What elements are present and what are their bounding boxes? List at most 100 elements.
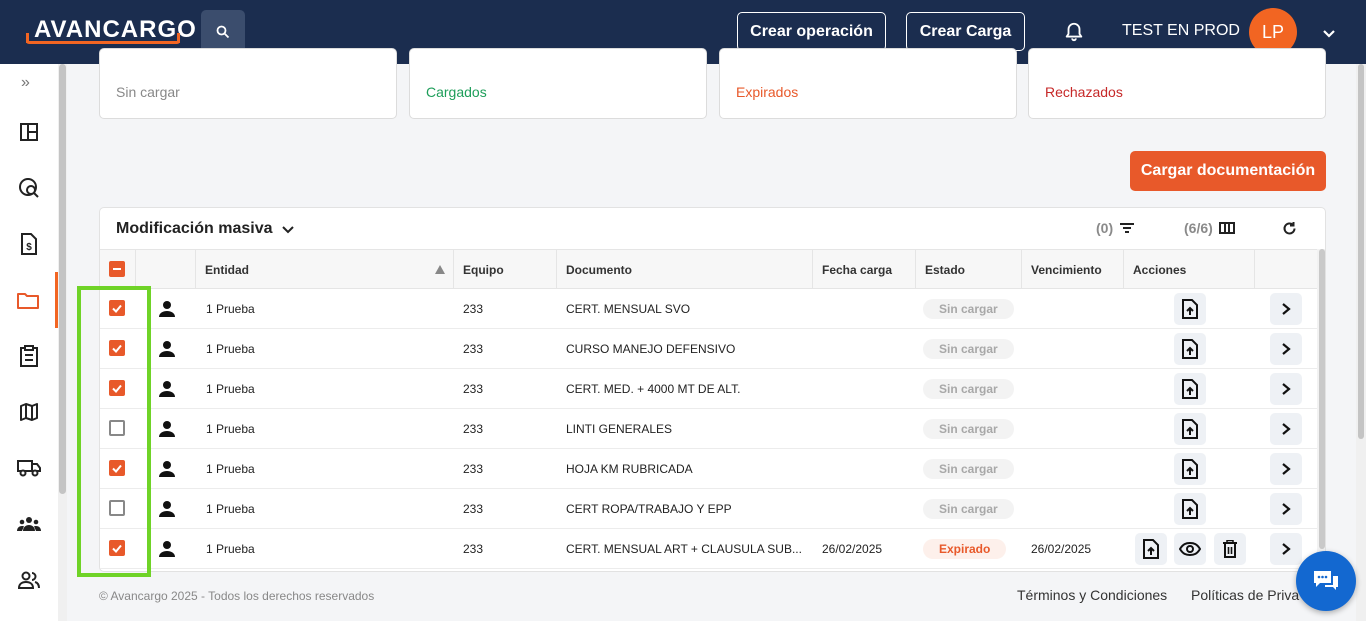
status-badge: Expirado [923,539,1007,559]
view-button[interactable] [1174,533,1206,565]
cell-documento: CURSO MANEJO DEFENSIVO [566,342,736,356]
bulk-edit-dropdown[interactable]: Modificación masiva [116,220,295,238]
delete-button[interactable] [1214,533,1246,565]
row-detail-button[interactable] [1270,493,1302,525]
select-all-checkbox[interactable] [109,261,125,277]
columns-button[interactable]: (6/6) [1184,220,1235,236]
row-detail-button[interactable] [1270,373,1302,405]
chevron-down-icon[interactable] [1320,24,1338,42]
cell-documento: CERT. MED. + 4000 MT DE ALT. [566,382,741,396]
upload-button[interactable] [1174,373,1206,405]
upload-file-icon [1143,539,1159,559]
cell-entidad: 1 Prueba [206,502,255,516]
sidebar-item-clipboard[interactable] [0,328,58,384]
table-row[interactable]: 1 Prueba 233 CERT. MENSUAL SVO Sin cargar [100,289,1317,329]
header-estado[interactable]: Estado [916,250,1022,289]
stat-label: Sin cargar [116,84,180,100]
sidebar-item-dashboard[interactable] [0,104,58,160]
header-vencimiento[interactable]: Vencimiento [1022,250,1124,289]
sidebar-item-map[interactable] [0,384,58,440]
header-fecha-carga[interactable]: Fecha carga [813,250,916,289]
columns-icon [1218,222,1235,234]
table-row[interactable]: 1 Prueba 233 CERT. MENSUAL ART + CLAUSULA … [100,529,1317,569]
chevron-right-icon [1282,343,1291,355]
crear-carga-button[interactable]: Crear Carga [906,12,1025,51]
person-icon [159,341,175,357]
expand-sidebar-icon[interactable]: » [21,74,30,92]
upload-file-icon [1182,379,1198,399]
chevron-right-icon [1282,423,1291,435]
cell-vencimiento: 26/02/2025 [1031,542,1092,556]
cell-documento: HOJA KM RUBRICADA [566,462,693,476]
upload-button[interactable] [1174,333,1206,365]
users-icon [18,571,40,589]
filter-button[interactable]: (0) [1096,220,1135,236]
trash-icon [1223,540,1237,558]
table-row[interactable]: 1 Prueba 233 CERT ROPA/TRABAJO Y EPP Sin ca… [100,489,1317,529]
logo-text: AVANCARGO [34,16,197,43]
row-detail-button[interactable] [1270,533,1302,565]
upload-button[interactable] [1174,453,1206,485]
row-detail-button[interactable] [1270,333,1302,365]
sidebar-item-documents[interactable] [0,272,58,328]
stat-card-expirados[interactable]: Expirados [719,48,1017,119]
folder-icon [16,293,39,309]
sidebar-item-billing[interactable]: $ [0,216,58,272]
cell-documento: CERT. MENSUAL SVO [566,302,691,316]
status-badge: Sin cargar [923,499,1014,519]
dashboard-icon [20,123,38,141]
stat-label: Cargados [426,84,487,100]
terminos-link[interactable]: Términos y Condiciones [1017,587,1167,603]
upload-button[interactable] [1174,413,1206,445]
cargar-documentacion-button[interactable]: Cargar documentación [1130,151,1326,191]
header-documento[interactable]: Documento [557,250,813,289]
table-row[interactable]: 1 Prueba 233 HOJA KM RUBRICADA Sin cargar [100,449,1317,489]
person-icon [159,421,175,437]
stat-card-sin-cargar[interactable]: Sin cargar [99,48,397,119]
table-row[interactable]: 1 Prueba 233 CERT. MED. + 4000 MT DE ALT. S… [100,369,1317,409]
cell-documento: CERT. MENSUAL ART + CLAUSULA SUB... [566,542,802,556]
sidebar-item-groups[interactable] [0,496,58,552]
politicas-link[interactable]: Políticas de Priva [1191,587,1301,603]
status-badge: Sin cargar [923,339,1014,359]
header-acciones: Acciones [1124,250,1255,289]
stat-card-rechazados[interactable]: Rechazados [1028,48,1326,119]
truck-icon [17,460,41,477]
cell-equipo: 233 [463,462,484,476]
upload-button[interactable] [1174,293,1206,325]
search-icon [216,25,230,39]
refresh-icon[interactable] [1282,221,1297,236]
bell-icon[interactable] [1063,21,1085,43]
upload-button[interactable] [1174,493,1206,525]
clipboard-icon [20,345,38,367]
sidebar-item-trucks[interactable] [0,440,58,496]
row-detail-button[interactable] [1270,413,1302,445]
sidebar-item-users[interactable] [0,552,58,608]
table-title: Modificación masiva [116,220,273,237]
invoice-dollar-icon: $ [21,233,37,255]
svg-text:$: $ [26,242,32,253]
row-detail-button[interactable] [1270,453,1302,485]
status-badge: Sin cargar [923,299,1014,319]
stat-card-cargados[interactable]: Cargados [409,48,707,119]
upload-button[interactable] [1135,533,1167,565]
sidebar-item-tracking[interactable] [0,160,58,216]
cell-entidad: 1 Prueba [206,542,255,556]
header-entidad[interactable]: Entidad [196,250,454,289]
table-scrollbar[interactable] [1317,249,1325,571]
filter-icon [1120,223,1135,233]
row-detail-button[interactable] [1270,293,1302,325]
cell-entidad: 1 Prueba [206,302,255,316]
header-equipo[interactable]: Equipo [454,250,557,289]
upload-file-icon [1182,499,1198,519]
sort-asc-icon[interactable] [435,265,445,274]
crear-operacion-button[interactable]: Crear operación [737,12,886,51]
page-scrollbar[interactable] [1356,64,1366,621]
table-row[interactable]: 1 Prueba 233 CURSO MANEJO DEFENSIVO Sin car… [100,329,1317,369]
avancargo-logo[interactable]: AVANCARGO [26,14,196,44]
sidebar-scrollbar[interactable] [58,64,67,621]
table-row[interactable]: 1 Prueba 233 LINTI GENERALES Sin cargar [100,409,1317,449]
upload-file-icon [1182,419,1198,439]
chat-button[interactable] [1296,551,1356,611]
user-name: TEST EN PROD [1122,22,1240,39]
